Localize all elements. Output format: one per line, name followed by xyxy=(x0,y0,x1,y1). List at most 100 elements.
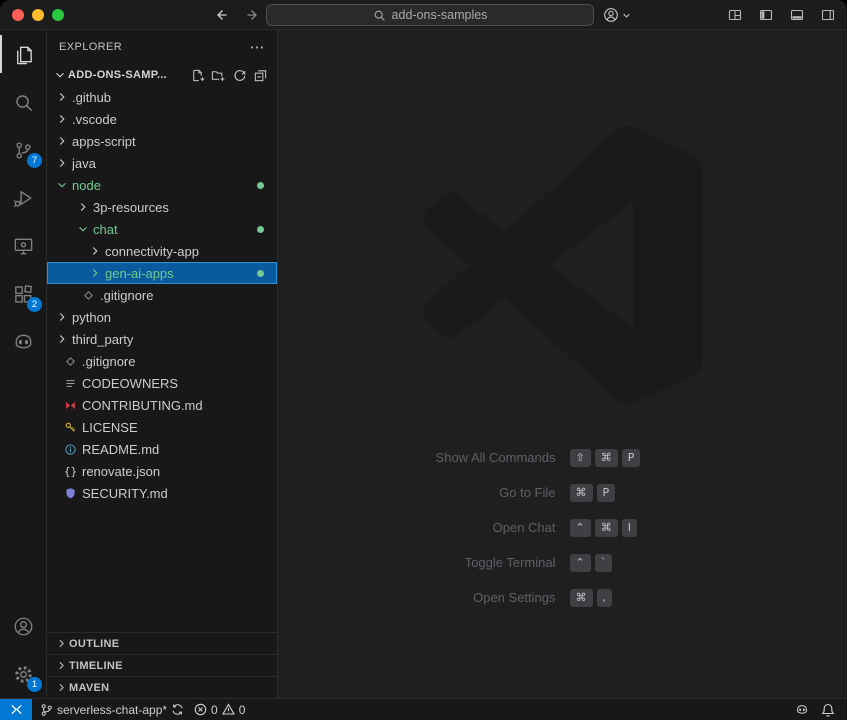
git-modified-dot xyxy=(257,182,264,189)
tree-item-connectivity-app[interactable]: connectivity-app xyxy=(47,240,277,262)
tree-item-gen-ai-apps[interactable]: gen-ai-apps xyxy=(47,262,277,284)
tree-item-github[interactable]: .github xyxy=(47,86,277,108)
activity-bar: 7 2 xyxy=(0,30,47,698)
new-folder-icon[interactable] xyxy=(210,67,227,84)
new-file-icon[interactable] xyxy=(189,67,206,84)
git-branch-status[interactable]: serverless-chat-app* xyxy=(40,703,184,717)
problems-status[interactable]: 0 0 xyxy=(194,703,245,717)
remote-explorer-icon[interactable] xyxy=(0,222,46,270)
tree-item-apps-script[interactable]: apps-script xyxy=(47,130,277,152)
source-control-badge: 7 xyxy=(27,153,42,168)
minimize-window-button[interactable] xyxy=(32,9,44,21)
settings-gear-icon[interactable]: 1 xyxy=(0,650,46,698)
shortcut-row: Toggle Terminal⌃` xyxy=(331,552,795,573)
tree-item-security-md[interactable]: SECURITY.md xyxy=(47,482,277,504)
run-and-debug-icon[interactable] xyxy=(0,174,46,222)
explorer-sidebar: EXPLORER ⋯ ADD-ONS-SAMP... xyxy=(47,30,278,698)
accounts-icon[interactable] xyxy=(0,602,46,650)
tree-item-gitignore[interactable]: .gitignore xyxy=(47,284,277,306)
go-forward-icon[interactable] xyxy=(242,4,264,26)
toggle-secondary-sidebar-icon[interactable] xyxy=(817,4,839,26)
sidebar-section-outline[interactable]: OUTLINE xyxy=(47,632,277,654)
keycap: ⌘ xyxy=(595,519,618,537)
tree-item-node[interactable]: node xyxy=(47,174,277,196)
warnings-count: 0 xyxy=(239,703,246,717)
workspace-root-label: ADD-ONS-SAMP... xyxy=(68,69,167,81)
sidebar-section-timeline[interactable]: TIMELINE xyxy=(47,654,277,676)
info-file-icon xyxy=(61,440,80,458)
sidebar-sections: OUTLINE TIMELINE MAVEN xyxy=(47,632,277,698)
collapse-folders-icon[interactable] xyxy=(252,67,269,84)
tree-item-codeowners[interactable]: CODEOWNERS xyxy=(47,372,277,394)
tree-item-third-party[interactable]: third_party xyxy=(47,328,277,350)
tree-item-label: .gitignore xyxy=(100,288,153,303)
shortcut-keys: ⇧⌘P xyxy=(570,449,795,467)
explorer-icon[interactable] xyxy=(0,30,46,78)
tree-item-label: renovate.json xyxy=(82,464,160,479)
chevron-right-icon xyxy=(53,133,70,150)
keycap: ⌘ xyxy=(570,484,593,502)
keycap: I xyxy=(622,519,637,537)
toggle-primary-sidebar-icon[interactable] xyxy=(755,4,777,26)
ribbon-file-icon xyxy=(61,396,80,414)
go-back-icon[interactable] xyxy=(210,4,232,26)
chevron-right-icon xyxy=(53,331,70,348)
chevron-down-icon xyxy=(622,11,631,20)
notifications-bell-icon[interactable] xyxy=(821,703,835,717)
tree-item-label: third_party xyxy=(72,332,133,347)
source-control-icon[interactable]: 7 xyxy=(0,126,46,174)
tree-item-license[interactable]: LICENSE xyxy=(47,416,277,438)
command-center-search[interactable]: add-ons-samples xyxy=(266,4,594,26)
section-label: MAVEN xyxy=(69,682,109,694)
zoom-window-button[interactable] xyxy=(52,9,64,21)
more-actions-icon[interactable]: ⋯ xyxy=(250,38,265,56)
workspace-root-row[interactable]: ADD-ONS-SAMP... xyxy=(47,64,277,86)
tree-item-vscode[interactable]: .vscode xyxy=(47,108,277,130)
tree-item-chat[interactable]: chat xyxy=(47,218,277,240)
extensions-icon[interactable]: 2 xyxy=(0,270,46,318)
remote-indicator[interactable] xyxy=(0,699,32,720)
tree-item-label: README.md xyxy=(82,442,159,457)
search-icon[interactable] xyxy=(0,78,46,126)
close-window-button[interactable] xyxy=(12,9,24,21)
title-bar: add-ons-samples xyxy=(0,0,847,30)
keycap: P xyxy=(597,484,616,502)
settings-badge: 1 xyxy=(27,677,42,692)
tree-item-renovate-json[interactable]: {}renovate.json xyxy=(47,460,277,482)
tree-item-contributing-md[interactable]: CONTRIBUTING.md xyxy=(47,394,277,416)
keycap: , xyxy=(597,589,613,607)
search-icon xyxy=(373,9,386,22)
warnings-icon xyxy=(222,703,235,716)
shortcut-label: Toggle Terminal xyxy=(331,555,556,570)
shield-file-icon xyxy=(61,484,80,502)
tree-item-label: connectivity-app xyxy=(105,244,199,259)
section-label: TIMELINE xyxy=(69,660,123,672)
keycap: ` xyxy=(595,554,613,572)
toggle-panel-icon[interactable] xyxy=(786,4,808,26)
refresh-explorer-icon[interactable] xyxy=(231,67,248,84)
chevron-right-icon xyxy=(53,309,70,326)
vscode-window: add-ons-samples xyxy=(0,0,847,720)
history-navigation xyxy=(210,4,264,26)
chevron-down-icon xyxy=(51,67,68,84)
tree-item-label: .github xyxy=(72,90,111,105)
copilot-icon[interactable] xyxy=(0,318,46,366)
keycap: ⌃ xyxy=(570,519,591,537)
copilot-status-icon[interactable] xyxy=(795,703,809,717)
tree-item-gitignore[interactable]: .gitignore xyxy=(47,350,277,372)
tree-item-label: CONTRIBUTING.md xyxy=(82,398,203,413)
chevron-right-icon xyxy=(53,637,69,650)
tree-item-label: python xyxy=(72,310,111,325)
layout-controls xyxy=(724,4,839,26)
window-controls xyxy=(12,9,64,21)
tree-item-python[interactable]: python xyxy=(47,306,277,328)
extensions-badge: 2 xyxy=(27,297,42,312)
tree-item-java[interactable]: java xyxy=(47,152,277,174)
tree-item-readme-md[interactable]: README.md xyxy=(47,438,277,460)
chevron-down-icon xyxy=(53,177,70,194)
profile-menu[interactable] xyxy=(602,4,631,26)
customize-layout-icon[interactable] xyxy=(724,4,746,26)
command-center-label: add-ons-samples xyxy=(392,8,488,22)
sidebar-section-maven[interactable]: MAVEN xyxy=(47,676,277,698)
tree-item-3p-resources[interactable]: 3p-resources xyxy=(47,196,277,218)
